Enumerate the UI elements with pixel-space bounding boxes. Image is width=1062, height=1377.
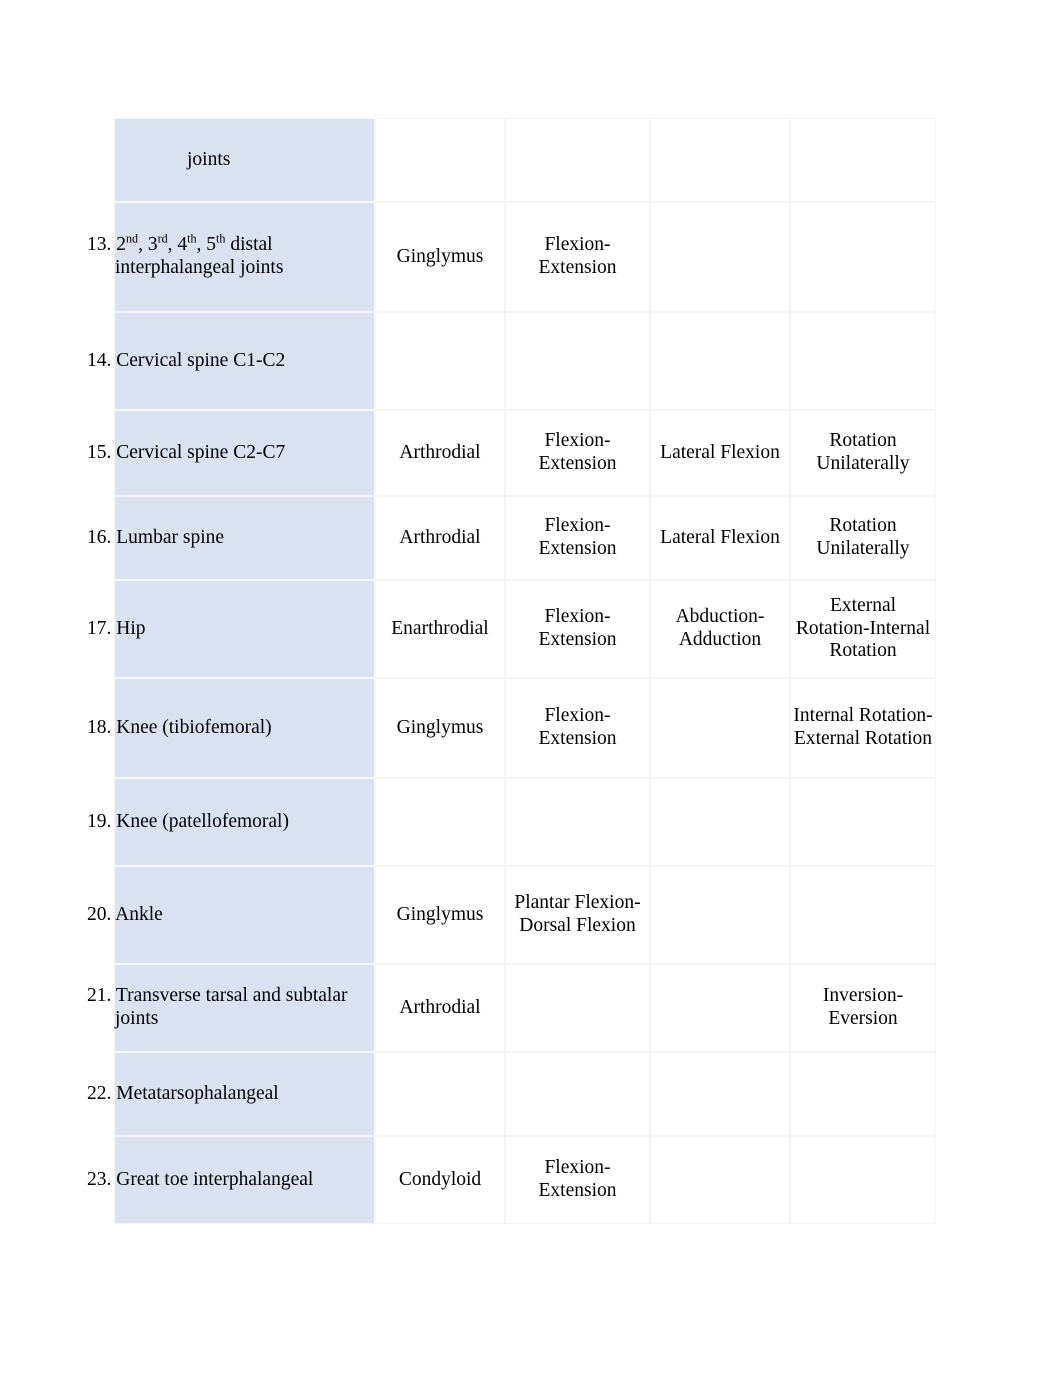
joint-movement-1-cell — [505, 778, 650, 866]
joint-movement-1-cell: Flexion-Extension — [505, 410, 650, 496]
joint-table-container: joints 13. 2nd, 3rd, 4th, 5th distal int… — [87, 118, 936, 1224]
table-row: 16. Lumbar spine Arthrodial Flexion-Exte… — [87, 496, 936, 580]
joint-classification-cell — [375, 778, 505, 866]
joint-movement-3-cell: Internal Rotation-External Rotation — [790, 678, 936, 778]
joint-movement-2-cell — [650, 202, 790, 312]
joint-name-text: 16. Lumbar spine — [87, 526, 225, 548]
joint-movement-2-cell — [650, 1136, 790, 1224]
joint-movement-2-cell — [650, 1052, 790, 1136]
joint-movement-3-cell — [790, 1052, 936, 1136]
joint-movement-1-cell — [505, 118, 650, 202]
table-row: joints — [114, 118, 936, 202]
joint-movement-1-cell — [505, 1052, 650, 1136]
document-page: joints 13. 2nd, 3rd, 4th, 5th distal int… — [0, 0, 1062, 1377]
joint-classification-cell — [375, 1052, 505, 1136]
joint-classification-cell: Arthrodial — [375, 496, 505, 580]
joint-name-cell: 21. Transverse tarsal and subtalar joint… — [87, 964, 375, 1052]
joint-name-text: 13. 2nd, 3rd, 4th, 5th distal interphala… — [87, 231, 284, 278]
joint-classification-cell: Enarthrodial — [375, 580, 505, 678]
joint-classification-cell: Condyloid — [375, 1136, 505, 1224]
joint-movement-1-cell: Flexion-Extension — [505, 678, 650, 778]
joint-name-cell: 18. Knee (tibiofemoral) — [87, 678, 375, 778]
joint-movement-3-cell: Rotation Unilaterally — [790, 496, 936, 580]
joint-movement-1-cell: Flexion-Extension — [505, 1136, 650, 1224]
joint-name-text: 21. Transverse tarsal and subtalar joint… — [87, 985, 348, 1029]
joint-movement-1-cell: Plantar Flexion-Dorsal Flexion — [505, 866, 650, 964]
joint-name-cell: 22. Metatarsophalangeal — [87, 1052, 375, 1136]
joint-movement-2-cell — [650, 778, 790, 866]
joint-movement-3-cell: External Rotation-Internal Rotation — [790, 580, 936, 678]
table-row: 15. Cervical spine C2-C7 Arthrodial Flex… — [87, 410, 936, 496]
joint-movement-2-cell — [650, 866, 790, 964]
table-row: 17. Hip Enarthrodial Flexion-Extension A… — [87, 580, 936, 678]
table-row: 19. Knee (patellofemoral) — [87, 778, 936, 866]
table-row: 18. Knee (tibiofemoral) Ginglymus Flexio… — [87, 678, 936, 778]
joint-classification-cell: Arthrodial — [375, 964, 505, 1052]
joint-classification-cell — [375, 118, 505, 202]
joint-name-cell: 23. Great toe interphalangeal — [87, 1136, 375, 1224]
joint-name-text: 18. Knee (tibiofemoral) — [87, 716, 272, 738]
joint-name-text: 23. Great toe interphalangeal — [87, 1168, 314, 1190]
table-row: 21. Transverse tarsal and subtalar joint… — [87, 964, 936, 1052]
joint-name-text: 14. Cervical spine C1-C2 — [87, 349, 286, 371]
joint-name-text: 17. Hip — [87, 617, 146, 639]
joint-classification-table: joints 13. 2nd, 3rd, 4th, 5th distal int… — [87, 118, 936, 1224]
joint-movement-2-cell — [650, 312, 790, 410]
joint-classification-cell: Ginglymus — [375, 678, 505, 778]
joint-movement-3-cell: Inversion-Eversion — [790, 964, 936, 1052]
joint-name-cell: 17. Hip — [87, 580, 375, 678]
joint-movement-3-cell — [790, 866, 936, 964]
joint-name-cell: 13. 2nd, 3rd, 4th, 5th distal interphala… — [87, 202, 375, 312]
joint-movement-2-cell: Lateral Flexion — [650, 496, 790, 580]
joint-classification-cell: Arthrodial — [375, 410, 505, 496]
joint-name-text: 22. Metatarsophalangeal — [87, 1082, 279, 1104]
joint-movement-3-cell — [790, 1136, 936, 1224]
joint-movement-3-cell — [790, 778, 936, 866]
joint-name-cell: 16. Lumbar spine — [87, 496, 375, 580]
joint-movement-2-cell: Abduction-Adduction — [650, 580, 790, 678]
joint-name-cell: joints — [114, 118, 375, 202]
joint-name-text: joints — [187, 148, 231, 170]
joint-movement-3-cell: Rotation Unilaterally — [790, 410, 936, 496]
table-row: 23. Great toe interphalangeal Condyloid … — [87, 1136, 936, 1224]
joint-classification-cell: Ginglymus — [375, 202, 505, 312]
joint-movement-1-cell: Flexion-Extension — [505, 580, 650, 678]
joint-name-cell: 20. Ankle — [87, 866, 375, 964]
joint-movement-2-cell: Lateral Flexion — [650, 410, 790, 496]
table-row: 20. Ankle Ginglymus Plantar Flexion-Dors… — [87, 866, 936, 964]
table-row: 13. 2nd, 3rd, 4th, 5th distal interphala… — [87, 202, 936, 312]
joint-movement-2-cell — [650, 118, 790, 202]
joint-classification-cell: Ginglymus — [375, 866, 505, 964]
joint-movement-2-cell — [650, 964, 790, 1052]
joint-classification-cell — [375, 312, 505, 410]
table-row: 22. Metatarsophalangeal — [87, 1052, 936, 1136]
joint-movement-3-cell — [790, 312, 936, 410]
joint-name-cell: 15. Cervical spine C2-C7 — [87, 410, 375, 496]
joint-table-body: joints 13. 2nd, 3rd, 4th, 5th distal int… — [87, 118, 936, 1224]
joint-name-cell: 19. Knee (patellofemoral) — [87, 778, 375, 866]
joint-movement-3-cell — [790, 202, 936, 312]
joint-name-text: 19. Knee (patellofemoral) — [87, 810, 289, 832]
joint-name-text: 15. Cervical spine C2-C7 — [87, 441, 286, 463]
joint-movement-1-cell — [505, 964, 650, 1052]
joint-name-text: 20. Ankle — [87, 903, 163, 925]
joint-movement-1-cell: Flexion-Extension — [505, 496, 650, 580]
joint-name-cell: 14. Cervical spine C1-C2 — [87, 312, 375, 410]
table-row: 14. Cervical spine C1-C2 — [87, 312, 936, 410]
joint-movement-1-cell — [505, 312, 650, 410]
joint-movement-1-cell: Flexion-Extension — [505, 202, 650, 312]
joint-movement-3-cell — [790, 118, 936, 202]
joint-movement-2-cell — [650, 678, 790, 778]
